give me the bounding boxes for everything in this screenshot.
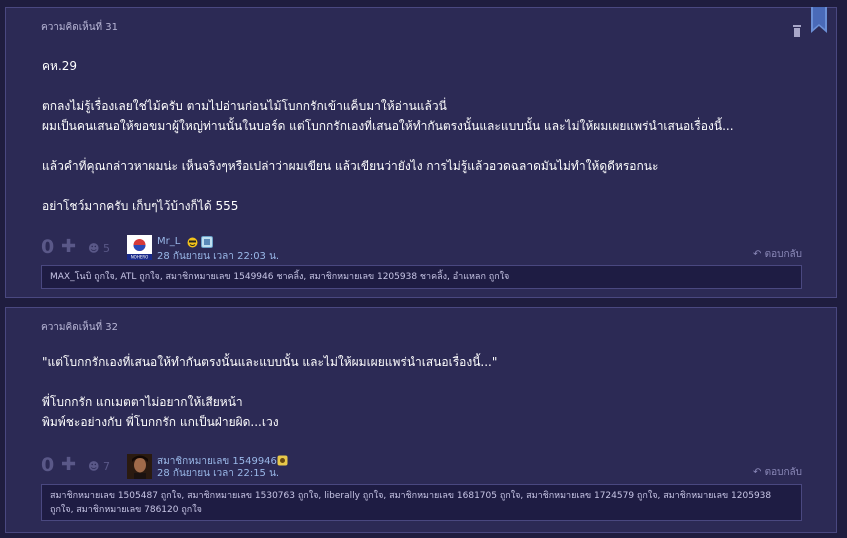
comment-card: ความคิดเห็นที่ 31 คห.29 ตกลงไม่รู้เรื่อง… (5, 7, 837, 298)
vote-count: 0 (41, 454, 55, 476)
emoji-badge-icon (187, 237, 198, 248)
comment-date: 28 กันยายน เวลา 22:15 น. (157, 468, 280, 479)
emoticon-count: 5 (102, 242, 110, 255)
comment-number: ความคิดเห็นที่ 32 (41, 322, 119, 333)
member-badge-icon (277, 455, 288, 466)
member-badge-icon (201, 236, 213, 248)
plus-icon[interactable]: ✚ (61, 236, 76, 257)
vote-count: 0 (41, 236, 55, 258)
avatar-label: NOHERO (131, 255, 149, 260)
avatar[interactable] (127, 454, 152, 479)
reply-label: ตอบกลับ (764, 249, 802, 260)
likes-list: MAX_โนบิ ถูกใจ, ATL ถูกใจ, สมาชิกหมายเลข… (41, 265, 802, 289)
reply-icon: ↶ (753, 249, 762, 260)
comment-body: คห.29 ตกลงไม่รู้เรื่องเลยใช่ไม้ครับ ตามไ… (42, 59, 734, 213)
plus-icon[interactable]: ✚ (61, 454, 76, 475)
comment-number: ความคิดเห็นที่ 31 (41, 22, 119, 33)
emoticon-icon[interactable]: ☻ 5 (88, 242, 110, 255)
bookmark-icon[interactable] (811, 7, 827, 33)
emoticon-icon[interactable]: ☻ 7 (88, 460, 110, 473)
comment-card: ความคิดเห็นที่ 32 "แต่โบกกรักเองที่เสนอใ… (5, 307, 837, 533)
reply-button[interactable]: ↶ ตอบกลับ (753, 465, 802, 480)
trash-icon[interactable] (792, 25, 802, 37)
emoticon-count: 7 (102, 460, 110, 473)
comment-body: "แต่โบกกรักเองที่เสนอให้ทำกันตรงนั้นและแ… (42, 355, 498, 429)
username[interactable]: Mr_L (157, 236, 180, 247)
reply-button[interactable]: ↶ ตอบกลับ (753, 247, 802, 262)
reply-icon: ↶ (753, 467, 762, 478)
reply-label: ตอบกลับ (764, 467, 802, 478)
comment-date: 28 กันยายน เวลา 22:03 น. (157, 251, 280, 262)
avatar[interactable]: NOHERO (127, 235, 152, 260)
likes-list: สมาชิกหมายเลข 1505487 ถูกใจ, สมาชิกหมายเ… (41, 484, 802, 521)
